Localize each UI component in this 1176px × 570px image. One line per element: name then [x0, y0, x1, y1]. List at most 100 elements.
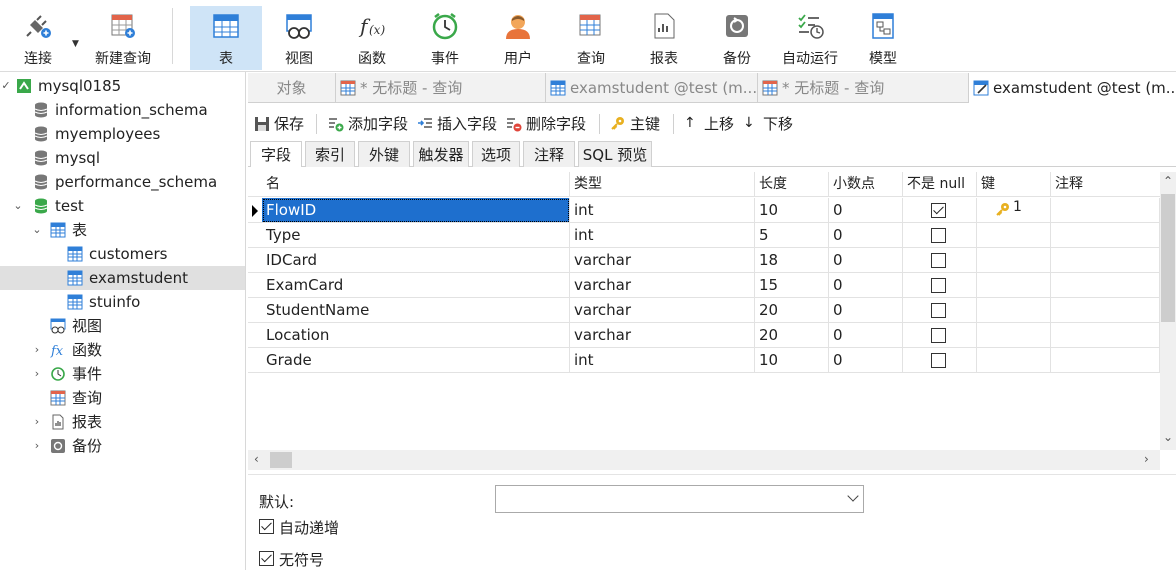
model-button[interactable]: 模型	[847, 6, 919, 70]
chevron-down-icon[interactable]: ✓	[0, 74, 12, 98]
column-header-name[interactable]: 名	[262, 172, 570, 197]
table-row[interactable]: Location varchar 20 0	[248, 323, 1160, 348]
cell-comment[interactable]	[1051, 348, 1160, 373]
table-row[interactable]: StudentName varchar 20 0	[248, 298, 1160, 323]
cell-name[interactable]: Location	[262, 323, 570, 348]
tree-folder-backups[interactable]: › 备份	[0, 434, 245, 458]
cell-decimals[interactable]: 0	[829, 323, 903, 348]
column-header-not-null[interactable]: 不是 null	[903, 172, 977, 197]
event-button[interactable]: 事件	[409, 6, 481, 70]
cell-comment[interactable]	[1051, 273, 1160, 298]
cell-key[interactable]	[977, 273, 1051, 298]
auto-increment-checkbox[interactable]	[259, 519, 274, 534]
tree-db-test[interactable]: ⌄ test	[0, 194, 245, 218]
cell-length[interactable]: 10	[755, 348, 829, 373]
tree-table-stuinfo[interactable]: stuinfo	[0, 290, 245, 314]
scrollbar-thumb[interactable]	[270, 452, 292, 468]
tree-folder-tables[interactable]: ⌄ 表	[0, 218, 245, 242]
vertical-scrollbar[interactable]: ⌃ ⌄	[1160, 172, 1176, 450]
not-null-checkbox[interactable]	[931, 353, 946, 368]
cell-decimals[interactable]: 0	[829, 273, 903, 298]
cell-type[interactable]: int	[570, 223, 755, 248]
scrollbar-thumb[interactable]	[1161, 194, 1175, 322]
tab-objects[interactable]: 对象	[248, 73, 336, 103]
tree-folder-views[interactable]: 视图	[0, 314, 245, 338]
tab-indexes[interactable]: 索引	[305, 141, 355, 167]
connect-dropdown-icon[interactable]: ▼	[72, 39, 79, 49]
cell-type[interactable]: varchar	[570, 273, 755, 298]
connect-button[interactable]: 连接 ▼	[2, 6, 79, 70]
tab-comments[interactable]: 注释	[523, 141, 575, 167]
table-button[interactable]: 表	[190, 6, 262, 70]
cell-name[interactable]: StudentName	[262, 298, 570, 323]
tree-folder-queries[interactable]: 查询	[0, 386, 245, 410]
not-null-checkbox[interactable]	[931, 328, 946, 343]
row-indicator[interactable]	[248, 198, 262, 223]
cell-decimals[interactable]: 0	[829, 348, 903, 373]
row-indicator[interactable]	[248, 273, 262, 298]
cell-not-null[interactable]	[903, 248, 977, 273]
not-null-checkbox[interactable]	[931, 228, 946, 243]
cell-not-null[interactable]	[903, 198, 977, 223]
not-null-checkbox[interactable]	[931, 278, 946, 293]
tab-sql-preview[interactable]: SQL 预览	[578, 141, 652, 167]
cell-key[interactable]	[977, 223, 1051, 248]
chevron-right-icon[interactable]: ›	[31, 362, 43, 386]
cell-type[interactable]: varchar	[570, 248, 755, 273]
cell-length[interactable]: 5	[755, 223, 829, 248]
cell-comment[interactable]	[1051, 198, 1160, 223]
cell-key[interactable]: 1	[977, 198, 1051, 223]
cell-key[interactable]	[977, 323, 1051, 348]
not-null-checkbox[interactable]	[931, 303, 946, 318]
table-row[interactable]: Type int 5 0	[248, 223, 1160, 248]
cell-type[interactable]: int	[570, 348, 755, 373]
column-header-decimals[interactable]: 小数点	[829, 172, 903, 197]
cell-comment[interactable]	[1051, 223, 1160, 248]
cell-name[interactable]: IDCard	[262, 248, 570, 273]
cell-type[interactable]: varchar	[570, 298, 755, 323]
new-query-button[interactable]: 新建查询	[80, 6, 166, 70]
cell-name[interactable]: Grade	[262, 348, 570, 373]
tab-examstudent-1[interactable]: examstudent @test (m...	[546, 73, 758, 103]
cell-not-null[interactable]	[903, 273, 977, 298]
chevron-right-icon[interactable]: ›	[31, 434, 43, 458]
tree-folder-functions[interactable]: › fx 函数	[0, 338, 245, 362]
chevron-down-icon[interactable]: ⌄	[31, 218, 43, 242]
horizontal-scrollbar[interactable]: ‹ ›	[248, 450, 1160, 470]
table-row[interactable]: FlowID int 10 0 1	[248, 198, 1160, 223]
cell-name[interactable]: ExamCard	[262, 273, 570, 298]
tree-connection-mysql0185[interactable]: ✓ mysql0185	[0, 74, 245, 98]
tab-untitled-query-2[interactable]: * 无标题 - 查询	[758, 73, 969, 103]
cell-not-null[interactable]	[903, 323, 977, 348]
tab-foreign-keys[interactable]: 外键	[358, 141, 410, 167]
scroll-up-icon[interactable]: ⌃	[1163, 174, 1173, 188]
cell-length[interactable]: 18	[755, 248, 829, 273]
view-button[interactable]: 视图	[263, 6, 335, 70]
cell-comment[interactable]	[1051, 323, 1160, 348]
column-header-comment[interactable]: 注释	[1051, 172, 1160, 197]
cell-type[interactable]: int	[570, 198, 755, 223]
not-null-checkbox[interactable]	[931, 253, 946, 268]
query-button[interactable]: 查询	[555, 6, 627, 70]
cell-length[interactable]: 10	[755, 198, 829, 223]
chevron-right-icon[interactable]: ›	[31, 410, 43, 434]
cell-comment[interactable]	[1051, 248, 1160, 273]
not-null-checkbox[interactable]	[931, 203, 946, 218]
cell-length[interactable]: 20	[755, 323, 829, 348]
chevron-right-icon[interactable]: ›	[31, 338, 43, 362]
cell-key[interactable]	[977, 348, 1051, 373]
table-row[interactable]: Grade int 10 0	[248, 348, 1160, 373]
cell-not-null[interactable]	[903, 298, 977, 323]
auto-run-button[interactable]: 自动运行	[774, 6, 846, 70]
tab-untitled-query-1[interactable]: * 无标题 - 查询	[336, 73, 546, 103]
cell-decimals[interactable]: 0	[829, 223, 903, 248]
cell-decimals[interactable]: 0	[829, 198, 903, 223]
cell-decimals[interactable]: 0	[829, 298, 903, 323]
tree-db-information-schema[interactable]: information_schema	[0, 98, 245, 122]
cell-name[interactable]: Type	[262, 223, 570, 248]
cell-type[interactable]: varchar	[570, 323, 755, 348]
row-indicator[interactable]	[248, 323, 262, 348]
chevron-down-icon[interactable]: ⌄	[12, 194, 24, 218]
column-header-length[interactable]: 长度	[755, 172, 829, 197]
tab-fields[interactable]: 字段	[250, 141, 302, 167]
